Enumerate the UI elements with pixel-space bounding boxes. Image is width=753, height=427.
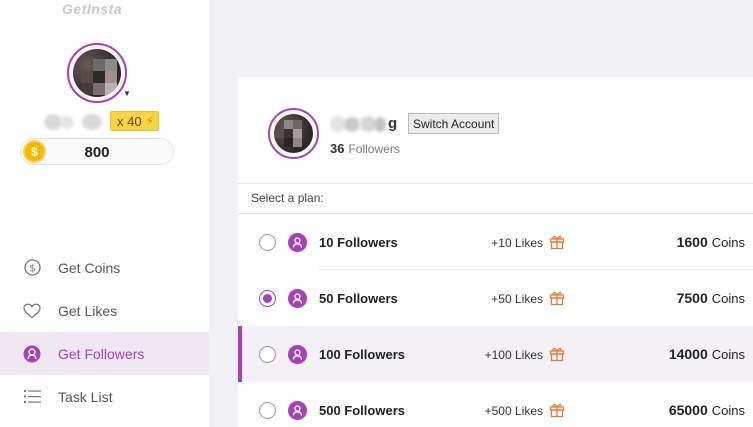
plan-bonus-likes: +500 Likes: [484, 404, 543, 418]
nav-task-list-label: Task List: [58, 388, 113, 405]
app-logo: GetInsta: [62, 1, 123, 17]
lightning-icon: ⚡: [145, 114, 155, 128]
profile-follower-count: 36 Followers: [330, 141, 400, 156]
plan-name: 500 Followers: [319, 403, 405, 418]
user-avatar[interactable]: [67, 43, 127, 103]
plan-row[interactable]: 50 Followers +50 Likes 7500 Coins: [238, 270, 753, 326]
nav-get-likes[interactable]: Get Likes: [0, 289, 209, 332]
select-plan-label: Select a plan:: [251, 191, 324, 205]
sidebar: GetInsta ▼ x 40 ⚡ $ 800 $ Get Coins Get …: [0, 0, 209, 427]
nav-get-followers[interactable]: Get Followers: [0, 332, 209, 375]
svg-text:$: $: [29, 263, 35, 274]
followers-plan-card: g Switch Account 36 Followers Select a pl…: [238, 77, 753, 427]
gift-icon: [549, 402, 565, 418]
gift-icon: [549, 290, 565, 306]
profile-username-suffix: g: [388, 115, 398, 132]
coin-balance: $ 800: [20, 138, 174, 165]
plan-price: 14000 Coins: [669, 346, 745, 362]
gift-icon: [549, 346, 565, 362]
plan-price-unit: Coins: [711, 235, 745, 250]
divider: [238, 183, 753, 184]
avatar-image: [73, 49, 121, 97]
plan-price-value: 65000: [668, 402, 708, 418]
person-circle-icon: [23, 345, 41, 363]
plan-price-unit: Coins: [711, 291, 745, 306]
plan-radio[interactable]: [259, 234, 276, 251]
plan-row[interactable]: 500 Followers +500 Likes 65000 Coins: [238, 382, 753, 427]
plan-radio[interactable]: [259, 290, 276, 307]
plan-price: 65000 Coins: [669, 402, 745, 418]
coin-balance-value: 800: [84, 144, 110, 161]
follower-icon: [288, 233, 307, 252]
nav-get-coins-label: Get Coins: [58, 259, 121, 276]
plan-bonus-likes: +10 Likes: [491, 236, 543, 250]
follower-icon: [288, 289, 307, 308]
plan-price: 1600 Coins: [677, 234, 745, 250]
switch-account-button[interactable]: Switch Account: [408, 113, 500, 134]
plan-price-value: 7500: [676, 290, 708, 306]
vip-level-badge: x 40 ⚡: [110, 111, 159, 131]
gift-icon: [549, 234, 565, 250]
nav-get-likes-label: Get Likes: [58, 302, 118, 319]
nav-get-followers-label: Get Followers: [58, 345, 145, 362]
plan-bonus-likes: +100 Likes: [484, 348, 543, 362]
nav-task-list[interactable]: Task List: [0, 375, 209, 418]
account-dropdown-caret-icon[interactable]: ▼: [123, 89, 131, 98]
plan-name: 10 Followers: [319, 235, 398, 250]
dollar-circle-icon: $: [23, 259, 41, 277]
follower-count-label: Followers: [348, 142, 400, 156]
plan-name: 100 Followers: [319, 347, 405, 362]
plan-price-value: 1600: [676, 234, 708, 250]
nav-get-coins[interactable]: $ Get Coins: [0, 246, 209, 289]
profile-avatar-image: [274, 114, 313, 153]
heart-icon: [23, 302, 41, 320]
plan-name: 50 Followers: [319, 291, 398, 306]
list-icon: [23, 388, 41, 406]
plan-row[interactable]: 100 Followers +100 Likes 14000 Coins: [238, 326, 753, 382]
plan-bonus-likes: +50 Likes: [491, 292, 543, 306]
plan-row[interactable]: 10 Followers +10 Likes 1600 Coins: [238, 214, 753, 270]
plan-price-unit: Coins: [711, 347, 745, 362]
follower-icon: [288, 345, 307, 364]
plan-price-value: 14000: [668, 346, 708, 362]
vip-level-text: x 40: [117, 113, 142, 129]
plan-price-unit: Coins: [711, 403, 745, 418]
plan-radio[interactable]: [259, 346, 276, 363]
plan-radio[interactable]: [259, 402, 276, 419]
follower-count-value: 36: [330, 141, 345, 156]
plan-price: 7500 Coins: [677, 290, 745, 306]
username-blurred: [44, 112, 104, 130]
profile-avatar: [268, 108, 319, 159]
follower-icon: [288, 401, 307, 420]
